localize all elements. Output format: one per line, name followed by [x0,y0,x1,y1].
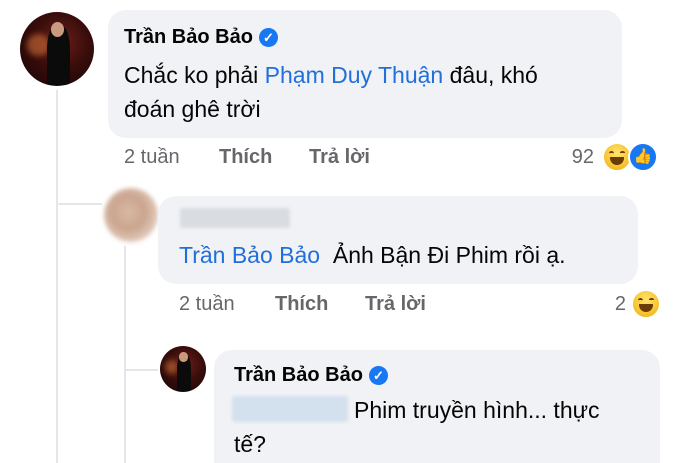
comment-text: Phim truyền hình... thực [354,397,600,423]
haha-emoji-icon[interactable] [631,289,661,319]
thread-branch-line [58,203,102,205]
reply-button[interactable]: Trả lời [309,146,370,169]
reaction-count[interactable]: 2 [590,293,626,316]
thread-line [124,246,126,463]
avatar[interactable] [160,346,206,392]
comment-author[interactable]: Trần Bảo Bảo ✓ [124,26,278,49]
reaction-count[interactable]: 92 [548,146,594,169]
redacted-author-name [180,208,290,228]
comment-text-line2: tế? [234,431,266,457]
comment-text: Chắc ko phải Phạm Duy Thuận đâu, khó [124,58,538,92]
thread-branch-line [126,369,158,371]
author-name[interactable]: Trần Bảo Bảo [124,26,253,48]
comment-text-suffix: đâu, khó [443,62,538,88]
redacted-mention [232,396,348,422]
comment-text-prefix: Chắc ko phải [124,62,265,88]
avatar-face [179,352,188,362]
author-name[interactable]: Trần Bảo Bảo [234,364,363,386]
mention-link[interactable]: Trần Bảo Bảo [179,242,320,268]
like-button[interactable]: Thích [219,146,272,169]
avatar[interactable] [20,12,94,86]
comment-author[interactable]: Trần Bảo Bảo ✓ [234,364,388,387]
verified-badge-icon: ✓ [368,366,388,385]
like-reaction-icon[interactable]: 👍 [628,142,658,172]
avatar[interactable] [104,188,158,242]
comment-text: Trần Bảo Bảo Ảnh Bận Đi Phim rồi ạ. [179,238,566,272]
thread-line [56,90,58,463]
comment-timestamp[interactable]: 2 tuần [179,293,235,316]
like-button[interactable]: Thích [275,293,328,316]
comment-text-line2: đoán ghê trời [124,96,261,122]
reply-button[interactable]: Trả lời [365,293,426,316]
comment-text-body: Ảnh Bận Đi Phim rồi ạ. [332,242,566,268]
verified-badge-icon: ✓ [258,28,278,47]
mention-link[interactable]: Phạm Duy Thuận [265,62,444,88]
comment-timestamp[interactable]: 2 tuần [124,146,180,169]
